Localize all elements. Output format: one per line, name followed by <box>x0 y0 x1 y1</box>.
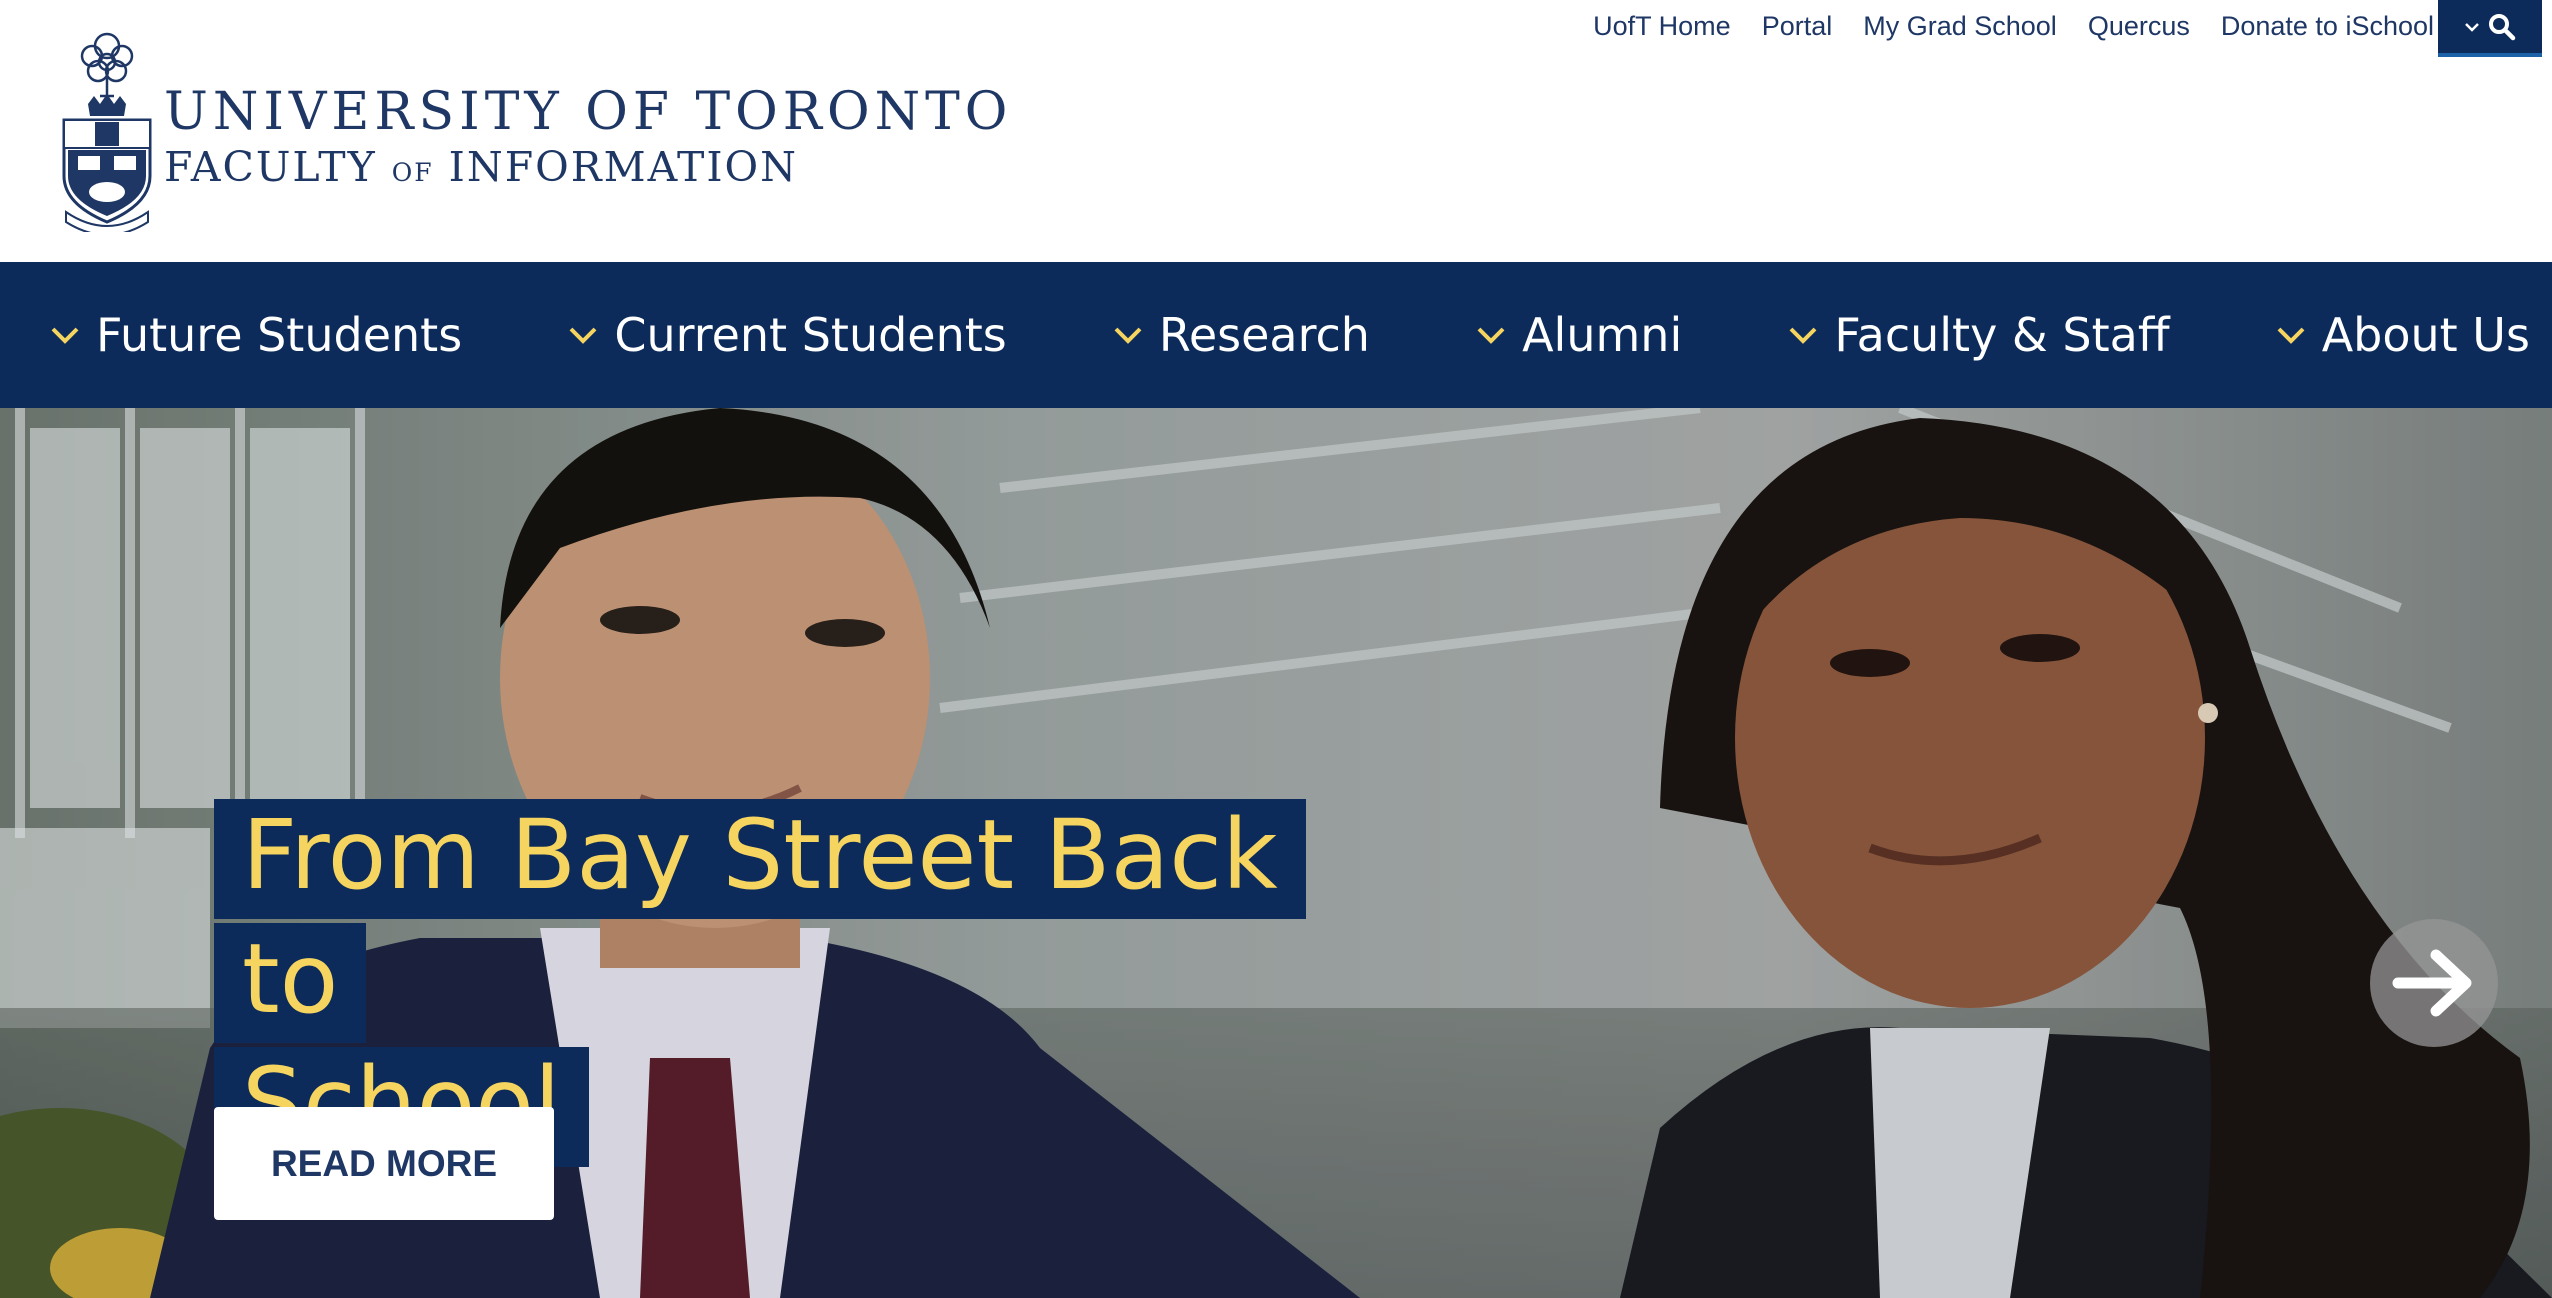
utility-link-portal[interactable]: Portal <box>1762 11 1833 42</box>
crest-icon <box>62 32 152 232</box>
nav-item-alumni[interactable]: Alumni <box>1476 308 1682 362</box>
chevron-down-icon <box>1114 327 1142 344</box>
nav-item-label: Future Students <box>96 308 463 362</box>
wordmark-faculty-word: FACULTY <box>164 143 377 191</box>
hero-headline-line1: From Bay Street Back to <box>214 799 1306 1043</box>
chevron-down-icon <box>2465 22 2479 32</box>
arrow-right-icon <box>2392 949 2472 1017</box>
nav-item-future-students[interactable]: Future Students <box>50 308 462 362</box>
utility-link-donate[interactable]: Donate to iSchool <box>2221 11 2434 42</box>
site-logo[interactable]: UNIVERSITY OF TORONTO FACULTY OF INFORMA… <box>58 26 1007 232</box>
wordmark-information: INFORMATION <box>448 143 799 191</box>
utility-link-quercus[interactable]: Quercus <box>2088 11 2190 42</box>
search-icon <box>2489 13 2516 40</box>
hero-carousel: From Bay Street Back to School READ MORE <box>0 408 2552 1298</box>
nav-item-label: Alumni <box>1522 308 1683 362</box>
nav-item-label: About Us <box>2321 308 2530 362</box>
site-header: UNIVERSITY OF TORONTO FACULTY OF INFORMA… <box>0 0 2552 262</box>
utility-nav: UofT Home Portal My Grad School Quercus … <box>1593 0 2434 52</box>
chevron-down-icon <box>569 327 597 344</box>
wordmark-faculty: FACULTY OF INFORMATION <box>164 142 1012 198</box>
chevron-down-icon <box>1789 327 1817 344</box>
nav-item-about-us[interactable]: About Us <box>2276 308 2530 362</box>
nav-item-current-students[interactable]: Current Students <box>568 308 1007 362</box>
main-nav: Future Students Current Students Researc… <box>0 262 2552 408</box>
chevron-down-icon <box>2277 327 2305 344</box>
chevron-down-icon <box>51 327 79 344</box>
nav-item-label: Current Students <box>614 308 1007 362</box>
read-more-button[interactable]: READ MORE <box>214 1107 554 1220</box>
nav-item-label: Faculty & Staff <box>1834 308 2170 362</box>
utility-link-uoft-home[interactable]: UofT Home <box>1593 11 1731 42</box>
wordmark: UNIVERSITY OF TORONTO FACULTY OF INFORMA… <box>164 82 1012 198</box>
wordmark-university: UNIVERSITY OF TORONTO <box>164 82 1013 142</box>
nav-item-research[interactable]: Research <box>1113 308 1370 362</box>
wordmark-of: OF <box>391 158 434 187</box>
nav-item-label: Research <box>1158 308 1370 362</box>
carousel-next-button[interactable] <box>2370 919 2498 1047</box>
search-toggle-button[interactable] <box>2438 0 2542 57</box>
utility-link-my-grad-school[interactable]: My Grad School <box>1863 11 2057 42</box>
chevron-down-icon <box>1477 327 1505 344</box>
nav-item-faculty-staff[interactable]: Faculty & Staff <box>1788 308 2170 362</box>
